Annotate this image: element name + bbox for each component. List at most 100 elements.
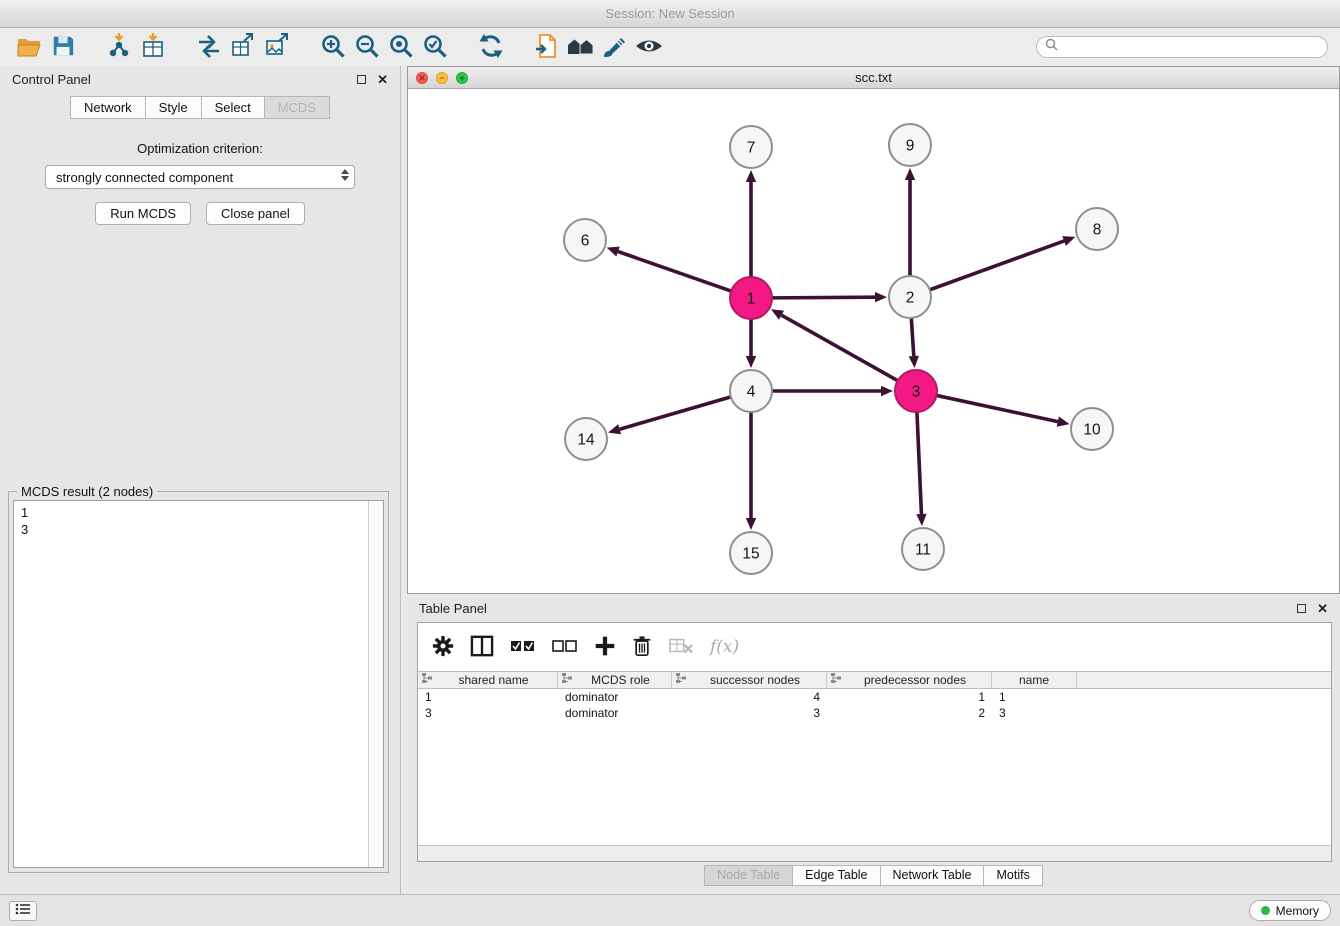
checked-boxes-icon [510, 638, 536, 657]
graph-edge-1-2[interactable] [772, 297, 875, 298]
float-panel-icon[interactable] [357, 75, 366, 84]
graph-node-2[interactable]: 2 [889, 276, 931, 318]
column-header-successor-nodes[interactable]: successor nodes [672, 672, 827, 688]
graph-node-14[interactable]: 14 [565, 418, 607, 460]
window-titlebar[interactable]: Session: New Session [0, 0, 1340, 28]
deselect-all-columns-button[interactable] [552, 638, 578, 657]
column-header-mcds-role[interactable]: MCDS role [558, 672, 672, 688]
column-sort-icon [421, 671, 433, 689]
export-network-button[interactable] [530, 31, 564, 63]
graph-edge-arrowhead [746, 518, 756, 530]
column-header-name[interactable]: name [992, 672, 1077, 688]
graph-edge-2-3[interactable] [911, 318, 913, 356]
graph-edge-arrowhead [881, 386, 893, 396]
tab-mcds[interactable]: MCDS [265, 96, 330, 119]
graph-node-4[interactable]: 4 [730, 370, 772, 412]
show-panels-button[interactable] [9, 901, 37, 921]
minimize-window-icon[interactable]: − [436, 72, 448, 84]
column-header-shared-name[interactable]: shared name [418, 672, 558, 688]
graph-edge-4-14[interactable] [620, 397, 731, 429]
table-row[interactable]: 1 dominator 4 1 1 [418, 689, 1331, 705]
zoom-in-button[interactable] [316, 31, 350, 63]
graph-edge-3-11[interactable] [917, 412, 922, 514]
import-table-from-file-button[interactable] [136, 31, 170, 63]
graph-node-7[interactable]: 7 [730, 126, 772, 168]
memory-button[interactable]: Memory [1249, 900, 1331, 921]
table-toolbar: f(x) [418, 623, 1331, 671]
criterion-dropdown[interactable]: strongly connected component [45, 165, 355, 189]
export-table-button[interactable] [226, 31, 260, 63]
import-network-button[interactable] [192, 31, 226, 63]
apply-style-button[interactable] [598, 31, 632, 63]
gear-icon [432, 635, 454, 660]
graph-node-15[interactable]: 15 [730, 532, 772, 574]
close-panel-icon[interactable]: ✕ [377, 73, 388, 86]
table-panel-tabs: Node Table Edge Table Network Table Moti… [407, 865, 1340, 886]
graph-edge-1-6[interactable] [618, 252, 731, 292]
graph-edge-arrowhead [1062, 236, 1075, 246]
tab-select[interactable]: Select [202, 96, 265, 119]
graph-node-1-selected[interactable]: 1 [730, 277, 772, 319]
cell-predecessor-nodes[interactable]: 2 [827, 705, 992, 721]
svg-text:8: 8 [1093, 222, 1102, 239]
graph-node-6[interactable]: 6 [564, 219, 606, 261]
delete-table-button[interactable] [668, 635, 694, 660]
network-window-titlebar[interactable]: ✕ − + scc.txt [408, 67, 1339, 89]
graph-node-8[interactable]: 8 [1076, 208, 1118, 250]
main-toolbar [0, 28, 1340, 66]
close-panel-button[interactable]: Close panel [206, 202, 305, 225]
close-table-panel-icon[interactable]: ✕ [1317, 602, 1328, 615]
cell-successor-nodes[interactable]: 3 [672, 705, 827, 721]
network-overview-button[interactable] [564, 31, 598, 63]
tab-edge-table[interactable]: Edge Table [793, 865, 880, 886]
cell-name[interactable]: 1 [992, 689, 1077, 705]
table-panel-title: Table Panel [419, 601, 487, 616]
column-header-predecessor-nodes[interactable]: predecessor nodes [827, 672, 992, 688]
float-table-panel-icon[interactable] [1297, 604, 1306, 613]
toolbar-search-field[interactable] [1036, 36, 1328, 58]
show-columns-button[interactable] [470, 635, 494, 660]
graph-node-11[interactable]: 11 [902, 528, 944, 570]
cell-shared-name[interactable]: 3 [418, 705, 558, 721]
cell-mcds-role[interactable]: dominator [558, 689, 672, 705]
select-all-columns-button[interactable] [510, 638, 536, 657]
tab-node-table[interactable]: Node Table [704, 865, 793, 886]
graph-node-9[interactable]: 9 [889, 124, 931, 166]
maximize-window-icon[interactable]: + [456, 72, 468, 84]
table-settings-button[interactable] [432, 635, 454, 660]
tab-motifs[interactable]: Motifs [984, 865, 1042, 886]
graph-edge-3-1[interactable] [781, 315, 897, 381]
graph-edge-2-8[interactable] [930, 241, 1064, 290]
cell-successor-nodes[interactable]: 4 [672, 689, 827, 705]
table-row[interactable]: 3 dominator 3 2 3 [418, 705, 1331, 721]
cell-predecessor-nodes[interactable]: 1 [827, 689, 992, 705]
network-canvas[interactable]: 7 9 6 8 1 2 4 3 14 10 15 11 [408, 89, 1339, 593]
open-session-button[interactable] [12, 31, 46, 63]
tab-style[interactable]: Style [146, 96, 202, 119]
export-image-button[interactable] [260, 31, 294, 63]
cell-shared-name[interactable]: 1 [418, 689, 558, 705]
zoom-selected-button[interactable] [418, 31, 452, 63]
graph-node-3-selected[interactable]: 3 [895, 370, 937, 412]
function-builder-button[interactable]: f(x) [710, 637, 739, 657]
graph-edge-3-10[interactable] [937, 395, 1058, 421]
delete-column-button[interactable] [632, 635, 652, 660]
cell-name[interactable]: 3 [992, 705, 1077, 721]
table-horizontal-scrollbar[interactable] [418, 845, 1331, 861]
refresh-view-button[interactable] [474, 31, 508, 63]
zoom-out-button[interactable] [350, 31, 384, 63]
zoom-fit-button[interactable] [384, 31, 418, 63]
graph-node-10[interactable]: 10 [1071, 408, 1113, 450]
result-scrollbar[interactable] [368, 501, 383, 867]
close-window-icon[interactable]: ✕ [416, 72, 428, 84]
home-houses-icon [567, 34, 595, 61]
show-graphics-details-button[interactable] [632, 31, 666, 63]
import-network-from-file-button[interactable] [102, 31, 136, 63]
tab-network[interactable]: Network [70, 96, 146, 119]
create-column-button[interactable] [594, 635, 616, 660]
search-input[interactable] [1063, 40, 1319, 54]
tab-network-table[interactable]: Network Table [881, 865, 985, 886]
save-session-button[interactable] [46, 31, 80, 63]
cell-mcds-role[interactable]: dominator [558, 705, 672, 721]
run-mcds-button[interactable]: Run MCDS [95, 202, 191, 225]
